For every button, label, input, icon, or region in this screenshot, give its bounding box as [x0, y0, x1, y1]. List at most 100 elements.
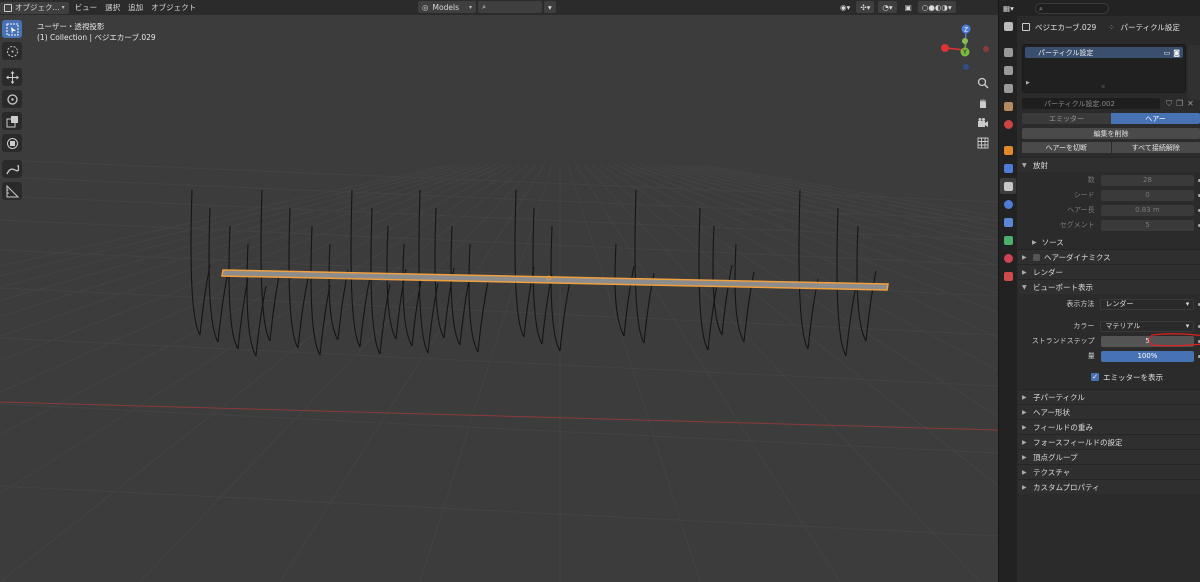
panel-vertex-groups[interactable]: ▶ 頂点グループ [1018, 449, 1200, 464]
color-select[interactable]: マテリアル ▾ [1100, 320, 1195, 332]
move-icon [5, 70, 19, 84]
hair-length-field[interactable]: 0.83 m [1100, 204, 1195, 216]
panel-hair-dynamics[interactable]: ▶ ヘアーダイナミクス [1018, 249, 1200, 264]
tab-texture[interactable] [1000, 268, 1016, 284]
panel-custom-properties[interactable]: ▶ カスタムプロパティ [1018, 479, 1200, 494]
grid-perspective-icon[interactable] [975, 135, 991, 151]
tab-particles[interactable] [1000, 178, 1016, 194]
datablock-selector[interactable]: パーティクル設定.002 [1022, 98, 1160, 109]
tab-data[interactable] [1000, 232, 1016, 248]
measure-tool[interactable] [2, 182, 22, 200]
shading-modes[interactable]: ○●◐◑▾ [917, 1, 956, 13]
tab-tool[interactable] [1000, 18, 1016, 34]
panel-hair-shape[interactable]: ▶ ヘアー形状 [1018, 404, 1200, 419]
cursor-tool[interactable] [2, 42, 22, 60]
camera-icon[interactable] [975, 115, 991, 131]
mode-selector[interactable]: オブジェク... ▾ [0, 1, 69, 14]
subpanel-source[interactable]: ▶ ソース [1018, 235, 1200, 249]
menu-view[interactable]: ビュー [71, 2, 102, 14]
properties-tabs [999, 16, 1017, 582]
overlay-toggle-icon[interactable]: ◔▾ [878, 1, 897, 13]
tab-modifiers[interactable] [1000, 160, 1016, 176]
segments-field[interactable]: 5 [1100, 219, 1195, 231]
navigation-gizmo[interactable]: Z Y [938, 22, 994, 78]
list-resize-handle[interactable]: ≡ [1101, 84, 1105, 90]
shield-icon[interactable]: ⛉ [1166, 99, 1172, 109]
menu-object[interactable]: オブジェクト [147, 2, 200, 14]
panel-emission[interactable]: ▼ 放射 [1018, 157, 1200, 172]
hair-buttons: ヘアーを切断 すべて接続解除 [1022, 142, 1200, 153]
chevron-down-icon: ▾ [1185, 300, 1190, 308]
select-tool[interactable] [2, 20, 22, 38]
expand-arrow-icon[interactable]: ▶ [1026, 80, 1030, 86]
annotate-tool[interactable] [2, 160, 22, 178]
list-side-buttons[interactable] [1188, 45, 1200, 100]
xray-icon[interactable]: ▣ [901, 1, 916, 13]
tab-scene[interactable] [1000, 98, 1016, 114]
chevron-down-icon: ▾ [61, 4, 65, 11]
gizmo-toggle-icon[interactable]: ✣▾ [856, 1, 875, 13]
collection-selector[interactable]: ◎ Models ▾ [418, 1, 476, 13]
display-as-select[interactable]: レンダー ▾ [1100, 298, 1195, 310]
copy-icon[interactable]: ❐ [1176, 99, 1183, 108]
seed-field[interactable]: 0 [1100, 189, 1195, 201]
grid-line [0, 164, 465, 288]
list-item[interactable]: パーティクル設定 ▭ ◙ [1025, 47, 1183, 58]
printer-icon [1003, 65, 1013, 75]
world-icon [1003, 119, 1013, 129]
rotate-tool[interactable] [2, 90, 22, 108]
visibility-icon[interactable]: ◉▾ [836, 1, 854, 13]
type-hair[interactable]: ヘアー [1111, 113, 1200, 124]
panel-textures[interactable]: ▶ テクスチャ [1018, 464, 1200, 479]
panel-field-weights[interactable]: ▶ フィールドの重み [1018, 419, 1200, 434]
dropdown-button[interactable]: ▾ [544, 1, 556, 13]
y-axis-tip [962, 38, 968, 44]
particle-system-list[interactable]: パーティクル設定 ▭ ◙ ▶ ≡ [1022, 44, 1186, 93]
type-emitter[interactable]: エミッター [1022, 113, 1111, 124]
panel-viewport-display[interactable]: ▼ ビューポート表示 [1018, 279, 1200, 294]
show-emitter-checkbox[interactable]: ✓ [1091, 373, 1099, 381]
grid-line [0, 485, 998, 537]
camera-icon[interactable]: ◙ [1173, 49, 1180, 57]
tab-constraints[interactable] [1000, 214, 1016, 230]
tab-world[interactable] [1000, 116, 1016, 132]
bezier-curve-object[interactable] [221, 269, 889, 291]
particle-type-toggle: エミッター ヘアー [1022, 113, 1200, 124]
close-icon[interactable]: ✕ [1187, 99, 1194, 108]
menu-select[interactable]: 選択 [101, 2, 124, 14]
viewport-search[interactable]: ⌕ [478, 1, 542, 13]
tab-physics[interactable] [1000, 196, 1016, 212]
hand-pan-icon[interactable] [975, 95, 991, 111]
monitor-icon[interactable]: ▭ [1164, 49, 1171, 57]
tab-material[interactable] [1000, 250, 1016, 266]
grid-line [647, 164, 998, 267]
delete-edit-button[interactable]: 編集を削除 [1022, 128, 1200, 139]
tab-object[interactable] [1000, 142, 1016, 158]
amount-slider[interactable]: 100% [1100, 350, 1195, 362]
cut-hair-button[interactable]: ヘアーを切断 [1022, 142, 1111, 153]
transform-tool[interactable] [2, 134, 22, 152]
render-icon [1003, 47, 1013, 57]
properties-search[interactable]: ⌕ [1035, 3, 1109, 14]
prop-display-as: 表示方法 レンダー ▾ [1018, 297, 1200, 311]
particles-icon [1003, 181, 1013, 191]
3d-viewport[interactable]: オブジェク... ▾ ビュー 選択 追加 オブジェクト ◎ Models ▾ ⌕… [0, 0, 998, 582]
texture-icon [1003, 271, 1013, 281]
tab-view-layer[interactable] [1000, 80, 1016, 96]
panel-children[interactable]: ▶ 子パーティクル [1018, 389, 1200, 404]
zoom-icon[interactable] [975, 75, 991, 91]
panel-render[interactable]: ▶ レンダー [1018, 264, 1200, 279]
editor-type-icon[interactable]: ▦▾ [999, 2, 1018, 14]
hair-dynamics-checkbox[interactable] [1033, 253, 1040, 261]
move-tool[interactable] [2, 68, 22, 86]
scene-icon [1003, 101, 1013, 111]
count-field[interactable]: 28 [1100, 174, 1195, 186]
panel-force-field-settings[interactable]: ▶ フォースフィールドの設定 [1018, 434, 1200, 449]
disconnect-all-button[interactable]: すべて接続解除 [1111, 142, 1200, 153]
x-axis-handle[interactable] [941, 44, 949, 52]
scale-tool[interactable] [2, 112, 22, 130]
tab-render[interactable] [1000, 44, 1016, 60]
tab-output[interactable] [1000, 62, 1016, 78]
menu-add[interactable]: 追加 [124, 2, 147, 14]
grid-line [0, 164, 449, 267]
